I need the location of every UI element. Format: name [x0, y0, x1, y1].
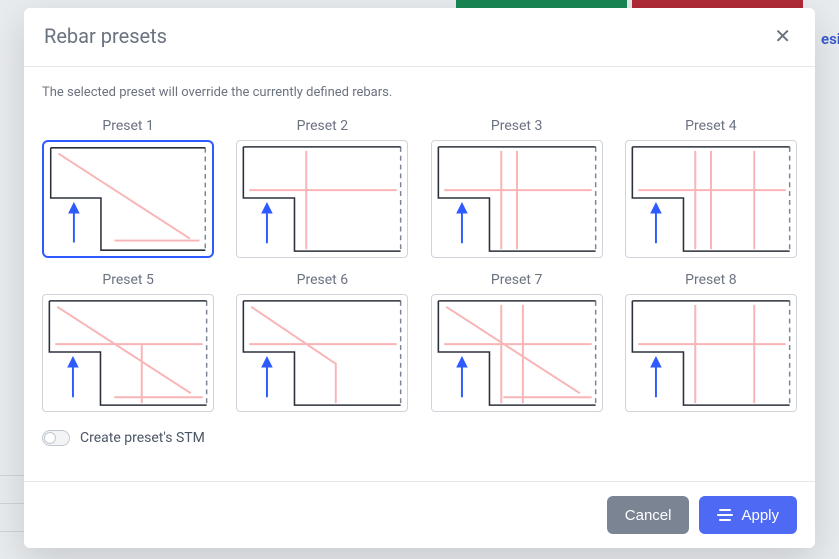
close-icon[interactable]: ✕ — [770, 24, 795, 48]
create-stm-label: Create preset's STM — [80, 430, 205, 446]
preset-thumb — [625, 140, 797, 258]
preset-5[interactable]: Preset 5 — [42, 272, 214, 412]
preset-2[interactable]: Preset 2 — [236, 118, 408, 258]
preset-thumb — [42, 140, 214, 258]
toggle-knob — [44, 432, 56, 444]
create-stm-row: Create preset's STM — [42, 430, 797, 446]
preset-label: Preset 6 — [297, 272, 348, 288]
backdrop-gridlines — [0, 475, 24, 559]
presets-grid: Preset 1 — [42, 118, 797, 412]
preset-label: Preset 7 — [491, 272, 542, 288]
preset-7[interactable]: Preset 7 — [431, 272, 603, 412]
preset-label: Preset 5 — [102, 272, 153, 288]
modal-header: Rebar presets ✕ — [24, 8, 815, 67]
preset-thumb — [42, 294, 214, 412]
preset-label: Preset 4 — [685, 118, 736, 134]
preset-label: Preset 2 — [297, 118, 348, 134]
preset-1[interactable]: Preset 1 — [42, 118, 214, 258]
info-text: The selected preset will override the cu… — [42, 85, 797, 100]
button-label: Apply — [741, 507, 779, 524]
cancel-button[interactable]: Cancel — [607, 496, 690, 534]
button-label: Cancel — [625, 507, 672, 524]
preset-8[interactable]: Preset 8 — [625, 272, 797, 412]
backdrop-accent-green — [456, 0, 627, 8]
modal-body: The selected preset will override the cu… — [24, 67, 815, 481]
rebar-presets-modal: Rebar presets ✕ The selected preset will… — [24, 8, 815, 548]
align-icon — [717, 508, 733, 522]
backdrop-accent-red — [632, 0, 803, 8]
preset-6[interactable]: Preset 6 — [236, 272, 408, 412]
preset-thumb — [625, 294, 797, 412]
preset-thumb — [236, 140, 408, 258]
modal-title: Rebar presets — [44, 24, 167, 48]
preset-thumb — [431, 140, 603, 258]
preset-thumb — [431, 294, 603, 412]
preset-3[interactable]: Preset 3 — [431, 118, 603, 258]
apply-button[interactable]: Apply — [699, 496, 797, 534]
preset-label: Preset 1 — [102, 118, 153, 134]
create-stm-toggle[interactable] — [42, 430, 70, 446]
preset-label: Preset 3 — [491, 118, 542, 134]
preset-label: Preset 8 — [685, 272, 736, 288]
backdrop-link-snippet: esi — [821, 30, 839, 50]
preset-thumb — [236, 294, 408, 412]
preset-4[interactable]: Preset 4 — [625, 118, 797, 258]
modal-footer: Cancel Apply — [24, 481, 815, 548]
